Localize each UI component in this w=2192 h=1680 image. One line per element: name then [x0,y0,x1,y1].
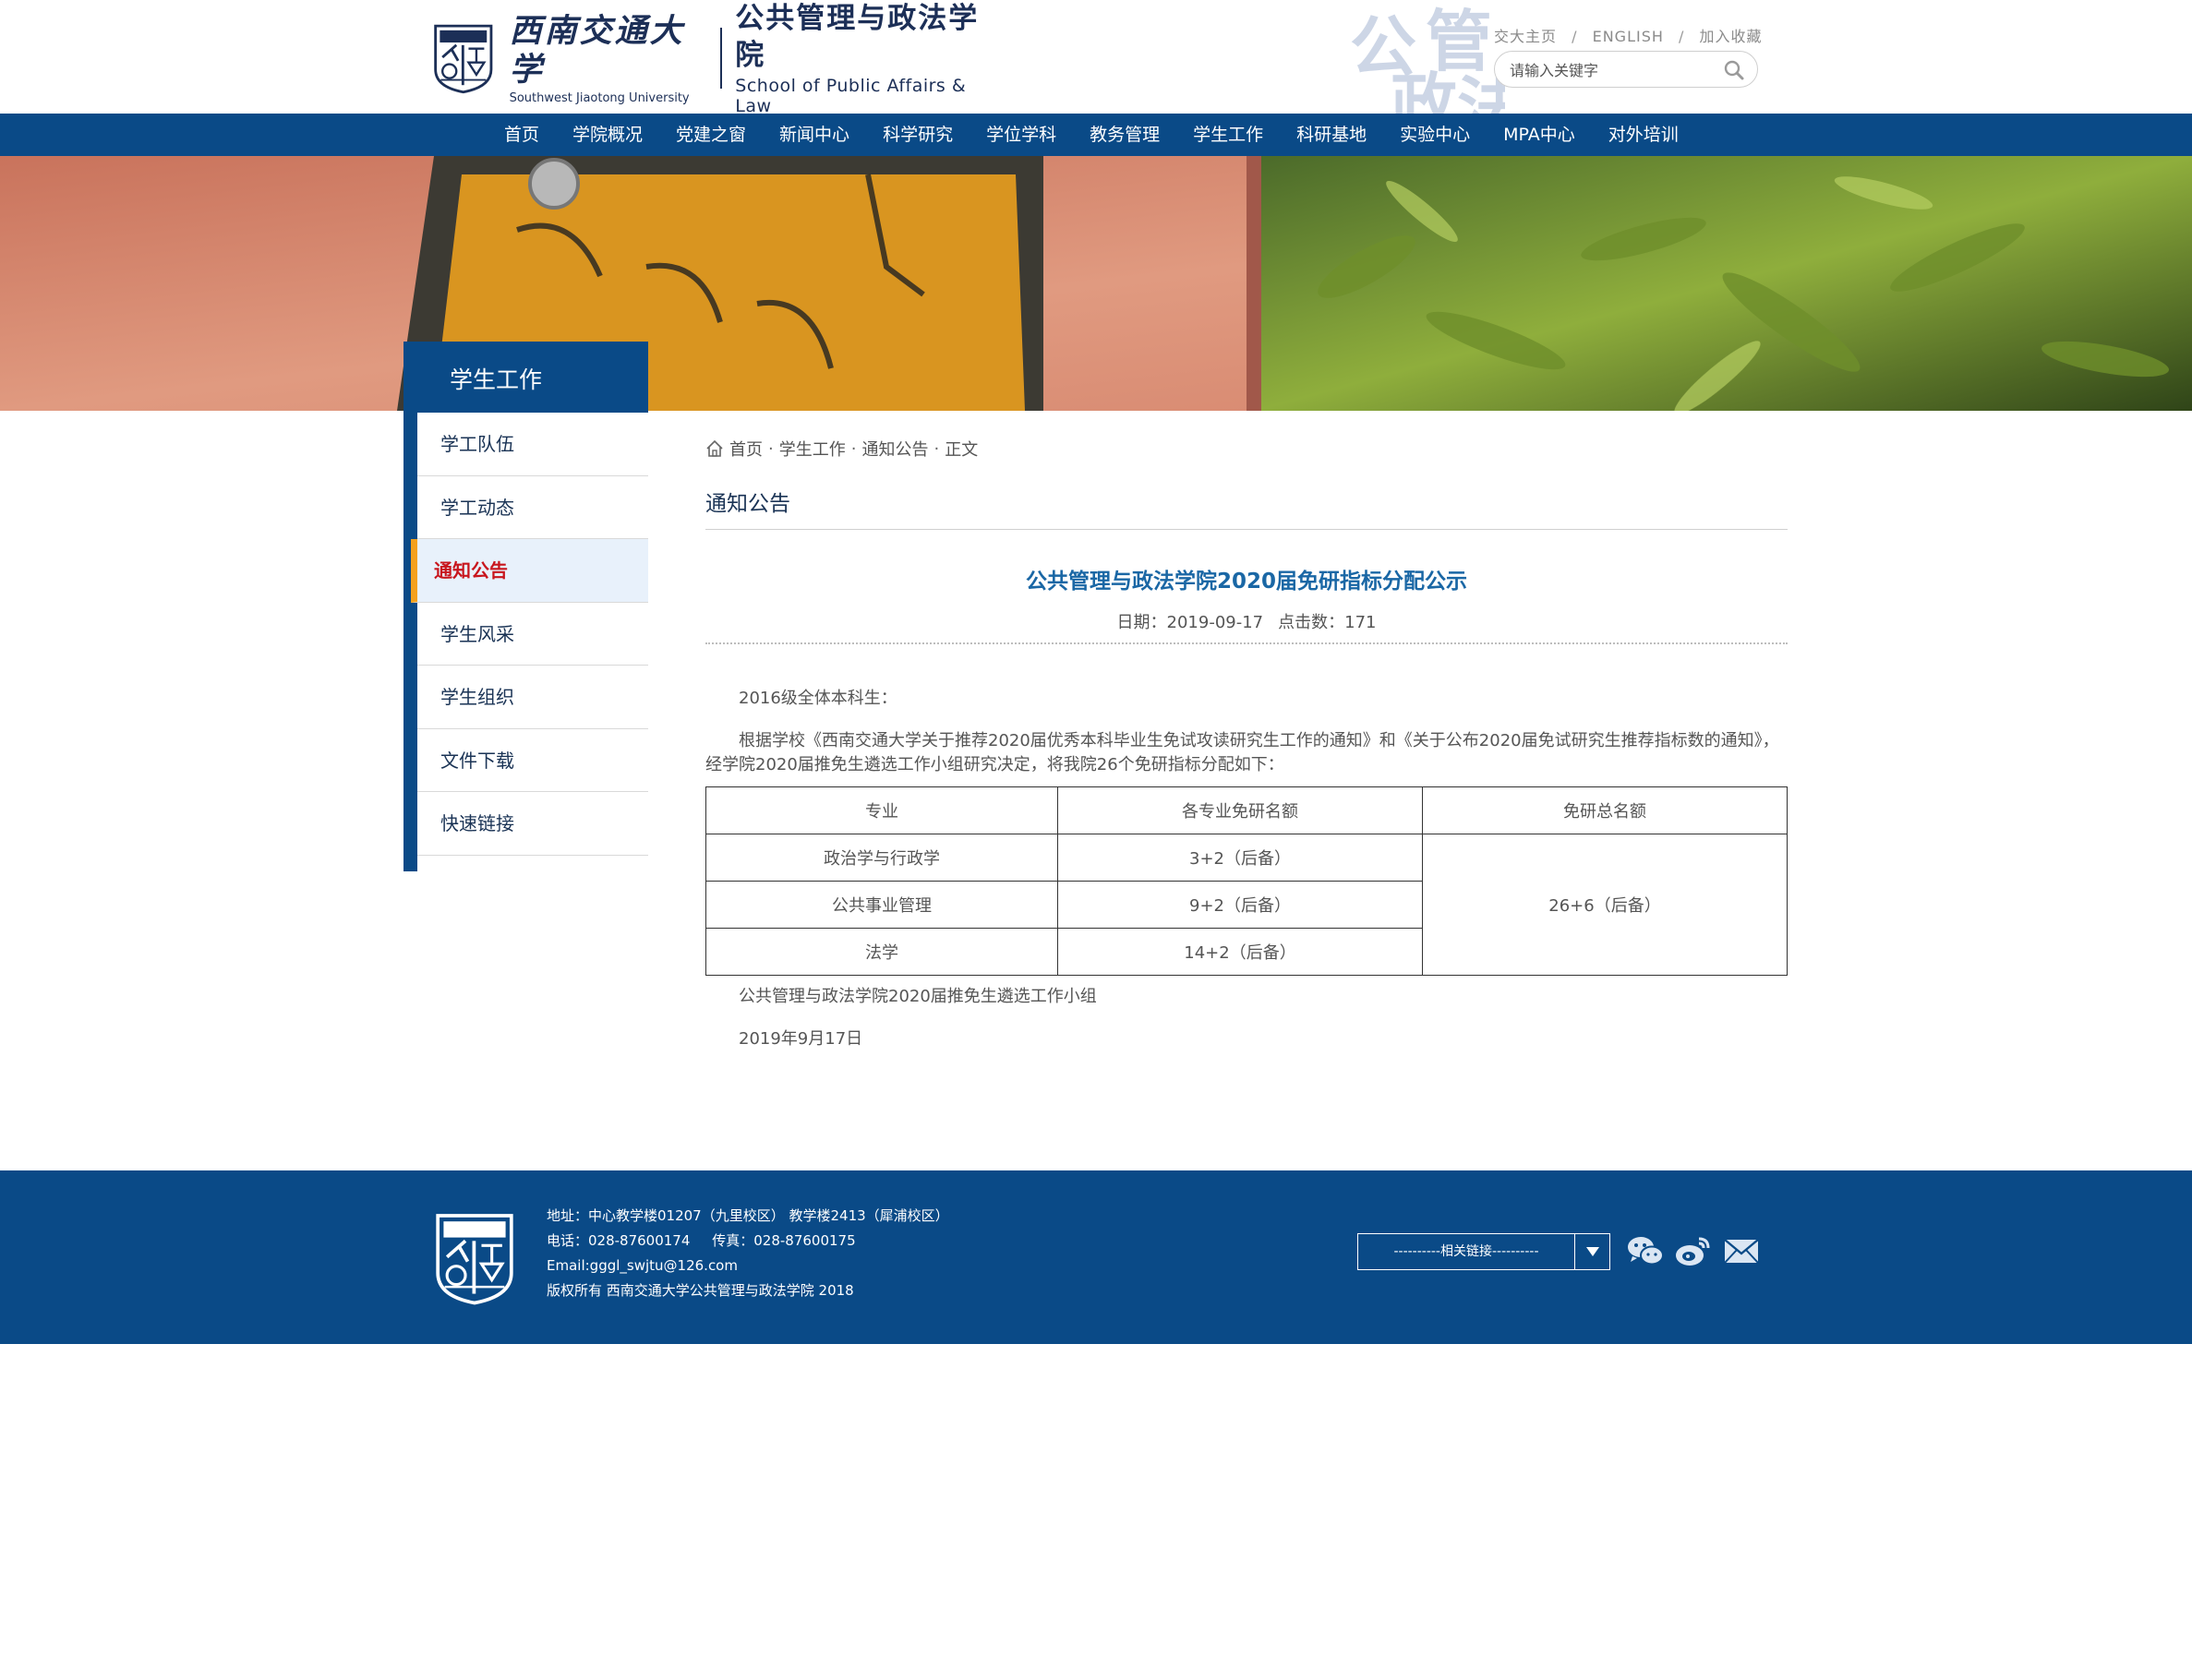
breadcrumb-notices[interactable]: 通知公告 [861,437,928,461]
article-body: 根据学校《西南交通大学关于推荐2020届优秀本科毕业生免试攻读研究生工作的通知》… [705,731,1779,774]
sidebar-item-downloads[interactable]: 文件下载 [417,729,648,792]
link-english[interactable]: ENGLISH [1593,28,1664,45]
footer-email: Email:gggl_swjtu@126.com [547,1257,738,1274]
search-icon[interactable] [1724,60,1744,80]
table-cell-quota: 3+2（后备） [1057,834,1423,882]
university-name-en: Southwest Jiaotong University [509,90,690,105]
sidebar-title-text: 学生工作 [450,366,543,393]
article-date: 2019-09-17 [1166,613,1264,632]
site-logo[interactable]: 西南交通大学 Southwest Jiaotong University 公共管… [430,2,994,116]
article-divider [705,642,1788,644]
article-signature: 公共管理与政法学院2020届推免生遴选工作小组 [739,987,1097,1006]
article-greeting: 2016级全体本科生： [739,689,897,708]
sidebar-item-notices[interactable]: 通知公告 [411,539,648,603]
nav-item-overview[interactable]: 学院概况 [572,114,643,156]
date-label: 日期： [1116,613,1167,632]
breadcrumb-home[interactable]: 首页 [729,437,763,461]
university-name-cn: 西南交通大学 [509,11,685,89]
table-header: 专业 [705,786,1058,834]
link-add-favorite[interactable]: 加入收藏 [1699,28,1762,45]
footer-phone: 电话：028-87600174 传真：028-87600175 [547,1232,856,1249]
breadcrumb: 首页 · 学生工作 · 通知公告 · 正文 [705,437,978,461]
sidebar-item-quick-links[interactable]: 快速链接 [417,792,648,856]
chevron-down-icon[interactable] [1574,1234,1609,1269]
table-cell-major: 公共事业管理 [705,881,1058,929]
table-header-row: 专业 各专业免研名额 免研总名额 [705,786,1788,834]
logo-divider [720,28,723,89]
table-cell-major: 法学 [705,928,1058,976]
breadcrumb-student-work[interactable]: 学生工作 [779,437,846,461]
nav-item-news[interactable]: 新闻中心 [779,114,849,156]
weibo-icon[interactable] [1673,1231,1714,1270]
header-watermark: 公 管 政 法 [1348,0,1505,114]
nav-item-lab[interactable]: 实验中心 [1400,114,1470,156]
home-icon[interactable] [705,439,724,458]
link-university-home[interactable]: 交大主页 [1494,28,1557,45]
quota-table: 专业 各专业免研名额 免研总名额 政治学与行政学 3+2（后备） 26+6（后备… [705,786,1788,976]
search-input[interactable] [1510,59,1713,81]
wechat-icon[interactable] [1625,1231,1666,1270]
section-title: 通知公告 [705,492,790,516]
table-header: 各专业免研名额 [1057,786,1423,834]
article-hits: 171 [1344,613,1377,632]
sidebar-item-updates[interactable]: 学工动态 [417,476,648,539]
nav-item-home[interactable]: 首页 [504,114,539,156]
site-header: 西南交通大学 Southwest Jiaotong University 公共管… [0,0,2192,116]
article-title: 公共管理与政法学院2020届免研指标分配公示 [1025,570,1467,594]
sidebar-menu: 学工队伍 学工动态 通知公告 学生风采 学生组织 文件下载 快速链接 [411,413,648,856]
nav-item-party[interactable]: 党建之窗 [676,114,746,156]
link-separator: / [1678,28,1685,45]
hits-label: 点击数： [1278,613,1345,632]
main-nav: 首页 学院概况 党建之窗 新闻中心 科学研究 学位学科 教务管理 学生工作 科研… [0,114,2192,156]
top-links: 交大主页 / ENGLISH / 加入收藏 [1494,24,1762,46]
article-sign-date: 2019年9月17日 [739,1029,863,1049]
sidebar-item-staff[interactable]: 学工队伍 [417,413,648,476]
sidebar-title: 学生工作 [403,342,648,413]
watermark-char: 政 [1391,65,1458,114]
related-links-label: ----------相关链接---------- [1393,1244,1539,1259]
banner-image [0,156,2192,411]
article-meta: 日期：2019-09-17 点击数：171 [705,609,1788,633]
university-emblem-icon [434,24,493,94]
footer-emblem-icon [436,1214,513,1305]
nav-item-training[interactable]: 对外培训 [1608,114,1679,156]
table-row: 政治学与行政学 3+2（后备） 26+6（后备） [705,834,1788,976]
table-cell-quota: 14+2（后备） [1057,928,1423,976]
sidebar-item-showcase[interactable]: 学生风采 [417,603,648,666]
link-separator: / [1572,28,1578,45]
sidebar-accent-bar [403,413,417,871]
related-links-select[interactable]: ----------相关链接---------- [1357,1233,1610,1270]
mail-icon[interactable] [1721,1231,1762,1270]
footer-copyright: 版权所有 西南交通大学公共管理与政法学院 2018 [547,1282,854,1299]
school-name-cn: 公共管理与政法学院 [735,2,980,72]
site-footer: 地址：中心教学楼01207（九里校区） 教学楼2413（犀浦校区） 电话：028… [0,1170,2192,1344]
nav-item-student[interactable]: 学生工作 [1193,114,1263,156]
sidebar-item-organizations[interactable]: 学生组织 [417,666,648,729]
footer-info: 地址：中心教学楼01207（九里校区） 教学楼2413（犀浦校区） 电话：028… [547,1204,949,1303]
nav-item-base[interactable]: 科研基地 [1296,114,1367,156]
breadcrumb-current: 正文 [945,440,979,460]
breadcrumb-separator: · [850,438,857,459]
table-cell-quota: 9+2（后备） [1057,881,1423,929]
social-icons [1625,1231,1769,1270]
section-divider [705,529,1788,530]
nav-item-degree[interactable]: 学位学科 [986,114,1056,156]
table-cell-major: 政治学与行政学 [705,834,1058,882]
nav-item-mpa[interactable]: MPA中心 [1503,114,1575,156]
table-cell-total: 26+6（后备） [1422,834,1788,976]
breadcrumb-separator: · [768,438,774,459]
nav-item-academic[interactable]: 教务管理 [1090,114,1160,156]
footer-address: 地址：中心教学楼01207（九里校区） 教学楼2413（犀浦校区） [547,1207,949,1224]
search-box [1494,51,1758,88]
school-name-en: School of Public Affairs & Law [735,76,967,116]
nav-item-research[interactable]: 科学研究 [883,114,953,156]
breadcrumb-separator: · [933,438,940,459]
table-header: 免研总名额 [1422,786,1788,834]
